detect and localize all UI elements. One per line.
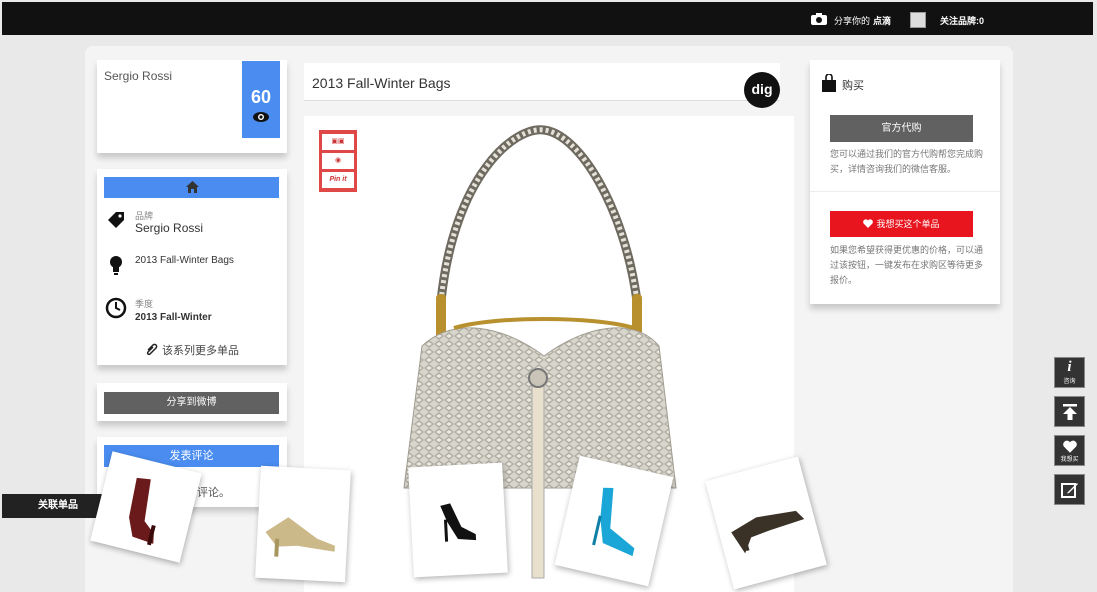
- brand-card: Sergio Rossi 60: [97, 60, 287, 153]
- lightbulb-icon: [110, 256, 122, 275]
- share-moments-link[interactable]: 分享你的 点滴: [834, 14, 891, 27]
- heart-icon: [863, 219, 874, 228]
- collection-value[interactable]: 2013 Fall-Winter Bags: [135, 255, 234, 266]
- related-item-thumb[interactable]: [255, 465, 351, 583]
- back-to-top-button[interactable]: [1054, 396, 1085, 427]
- camera-icon[interactable]: [811, 13, 827, 25]
- brand-name[interactable]: Sergio Rossi: [104, 69, 172, 83]
- buy-header: 购买: [822, 73, 864, 93]
- share-prefix: 分享你的: [834, 16, 871, 26]
- season-value: 2013 Fall-Winter: [135, 312, 212, 323]
- follow-brand-count[interactable]: 关注品牌:0: [940, 14, 984, 27]
- avatar[interactable]: [910, 12, 926, 28]
- want-to-buy-button[interactable]: 我想买这个单品: [830, 211, 973, 237]
- top-bar: 分享你的 点滴 关注品牌:0: [2, 2, 1093, 35]
- season-label: 季度: [135, 299, 154, 309]
- social-share-box: ▣▣ ◉ Pin it: [319, 130, 357, 192]
- clock-icon: [105, 297, 127, 319]
- official-purchase-desc: 您可以通过我们的官方代购帮您完成购买，详情咨询我们的微信客服。: [830, 149, 984, 174]
- share-highlight: 点滴: [873, 16, 892, 26]
- comment-text: 评论。: [197, 487, 230, 499]
- collection-more-link[interactable]: 该系列更多单品: [145, 342, 239, 358]
- divider: [810, 191, 1000, 192]
- info-button[interactable]: i 咨询: [1054, 357, 1085, 388]
- view-count: 60: [250, 87, 272, 107]
- more-link-label: 该系列更多单品: [162, 345, 239, 357]
- home-icon: [186, 181, 199, 193]
- arrow-up-icon: [1062, 404, 1077, 420]
- want-to-buy-desc: 如果您希望获得更优惠的价格，可以通过该按钮，一键发布在求购区等待更多报价。: [830, 245, 984, 285]
- want-caption: 我想买: [1060, 457, 1079, 463]
- product-title: 2013 Fall-Winter Bags: [312, 75, 451, 91]
- product-info-card: 品牌 Sergio Rossi 2013 Fall-Winter Bags 季度…: [97, 169, 287, 365]
- brand-value[interactable]: Sergio Rossi: [135, 221, 203, 235]
- shopping-bag-icon: [822, 73, 836, 92]
- view-count-badge: 60: [242, 61, 280, 138]
- pinit-button[interactable]: Pin it: [322, 172, 354, 188]
- edit-icon: [1060, 483, 1078, 498]
- home-button[interactable]: [104, 177, 279, 198]
- info-icon: i: [1067, 359, 1072, 375]
- shoe-image: [440, 503, 477, 542]
- wechat-share-icon[interactable]: ▣▣: [322, 134, 354, 150]
- want-to-buy-label: 我想买这个单品: [876, 219, 940, 229]
- share-weibo-button[interactable]: 分享到微博: [104, 392, 279, 414]
- dig-button[interactable]: dig: [744, 72, 780, 108]
- related-item-thumb[interactable]: [408, 462, 508, 578]
- shoe-image: [265, 517, 335, 557]
- buy-card: 购买 官方代购 您可以通过我们的官方代购帮您完成购买，详情咨询我们的微信客服。 …: [810, 60, 1000, 304]
- weibo-share-icon[interactable]: ◉: [322, 153, 354, 169]
- official-purchase-button[interactable]: 官方代购: [830, 115, 973, 142]
- want-to-buy-float-button[interactable]: 我想买: [1054, 435, 1085, 466]
- tag-icon: [108, 212, 124, 228]
- edit-button[interactable]: [1054, 474, 1085, 505]
- buy-title: 购买: [842, 80, 864, 92]
- info-caption: 咨询: [1063, 379, 1076, 385]
- share-card: 分享到微博: [97, 383, 287, 421]
- paperclip-icon: [146, 343, 158, 356]
- heart-icon: [1062, 440, 1077, 453]
- product-title-bar: 2013 Fall-Winter Bags: [304, 63, 780, 101]
- eye-icon: [253, 112, 269, 122]
